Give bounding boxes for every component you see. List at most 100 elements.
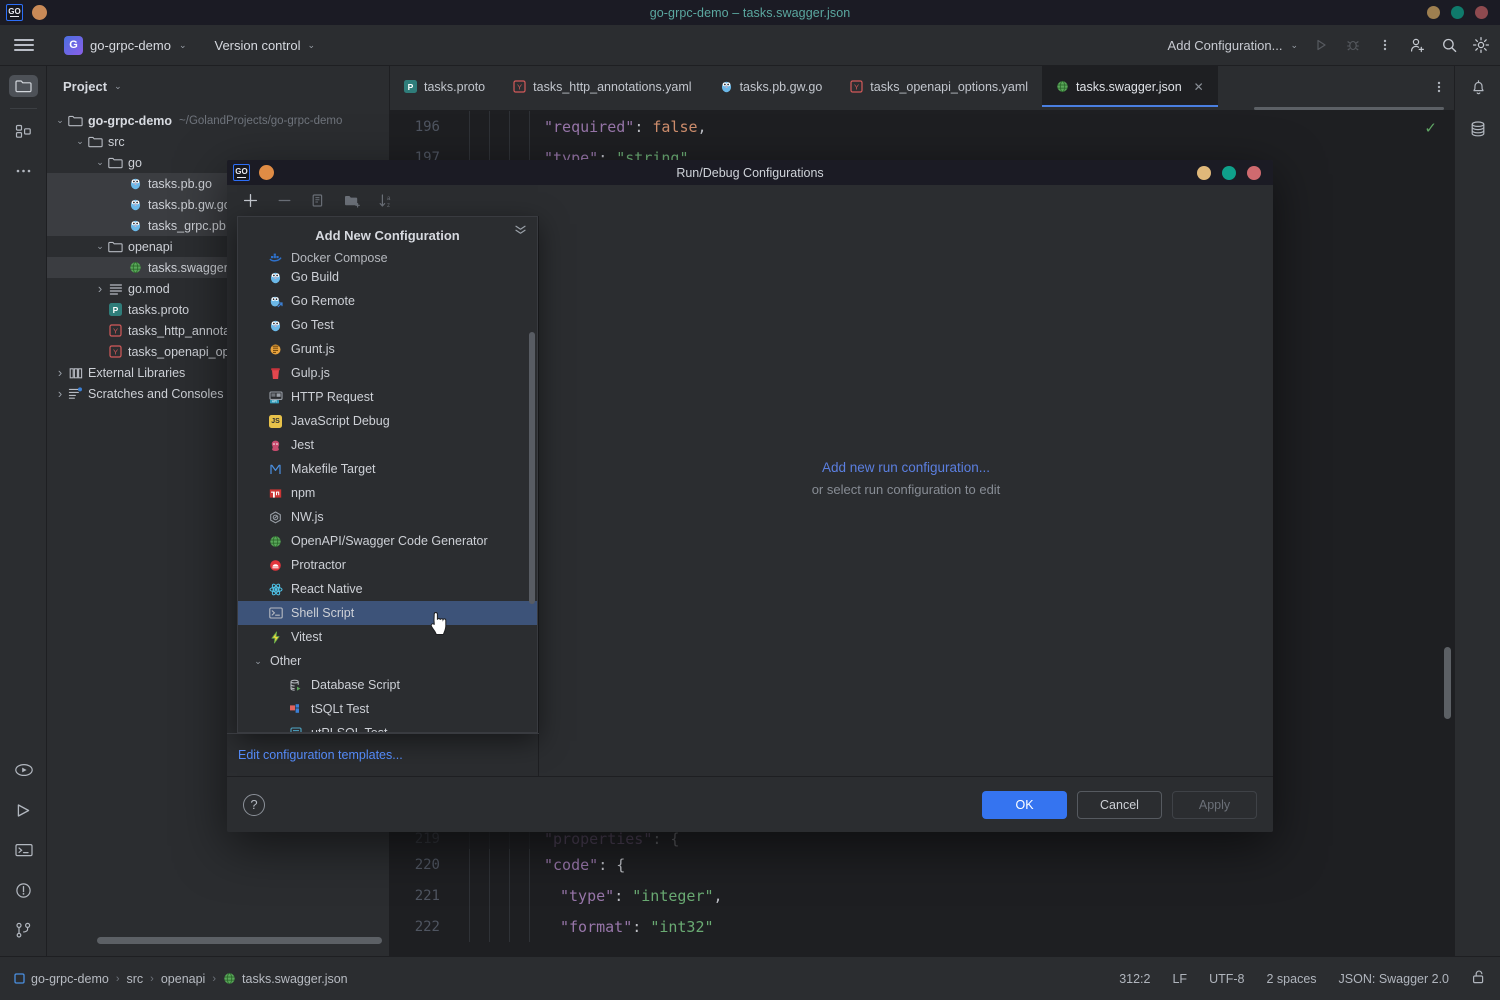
database-icon[interactable] — [1455, 108, 1500, 150]
indent-setting[interactable]: 2 spaces — [1267, 972, 1317, 986]
search-icon[interactable] — [1440, 36, 1458, 54]
editor-top-scroll-track — [390, 107, 1454, 110]
remove-configuration-icon[interactable] — [271, 189, 297, 213]
project-tool-icon[interactable] — [0, 66, 47, 106]
config-type-makefile-target[interactable]: Makefile Target — [238, 457, 537, 481]
account-add-icon[interactable] — [1408, 36, 1426, 54]
collapse-icon[interactable] — [514, 223, 527, 239]
cancel-button[interactable]: Cancel — [1077, 791, 1162, 819]
window-controls[interactable] — [1427, 6, 1488, 19]
close-icon[interactable]: ✕ — [1194, 80, 1204, 94]
edit-configuration-templates-link[interactable]: Edit configuration templates... — [238, 748, 403, 762]
config-type-jest[interactable]: Jest — [238, 433, 537, 457]
more-vertical-icon[interactable] — [1376, 36, 1394, 54]
inspection-status-icon[interactable]: ✓ — [1424, 119, 1437, 137]
chevron-down-icon[interactable]: ⌄ — [114, 81, 122, 92]
config-type-nw-js[interactable]: NW.js — [238, 505, 537, 529]
editor-hscrollbar[interactable] — [1254, 107, 1444, 110]
config-type-go-test[interactable]: Go Test — [238, 313, 537, 337]
main-menu-button[interactable] — [14, 39, 34, 51]
editor-vscrollbar[interactable] — [1444, 647, 1451, 719]
line-separator[interactable]: LF — [1172, 972, 1187, 986]
dialog-window-controls[interactable] — [1197, 166, 1261, 180]
window-titlebar: GO go-grpc-demo – tasks.swagger.json — [0, 0, 1500, 25]
config-type-other[interactable]: ⌄Other — [238, 649, 537, 673]
structure-tool-icon[interactable] — [0, 111, 47, 151]
more-tool-icon[interactable] — [0, 151, 47, 191]
json-schema[interactable]: JSON: Swagger 2.0 — [1339, 972, 1449, 986]
minimize-button[interactable] — [1427, 6, 1440, 19]
chevron-down-icon[interactable]: ⌄ — [53, 115, 67, 126]
chevron-down-icon[interactable]: ⌄ — [93, 241, 107, 252]
sort-alphabetically-icon[interactable]: az — [373, 189, 399, 213]
editor-tab-tasks-proto[interactable]: Ptasks.proto — [390, 66, 499, 107]
config-type-tsqlt-test[interactable]: tSQLt Test — [238, 697, 537, 721]
editor-tab-tasks-swagger-json[interactable]: tasks.swagger.json✕ — [1042, 66, 1218, 107]
go-icon — [268, 270, 283, 285]
caret-position[interactable]: 312:2 — [1119, 972, 1150, 986]
breadcrumb-item-tasks-swagger-json[interactable]: tasks.swagger.json — [223, 972, 348, 986]
editor-tab-tasks-pb-gw-go[interactable]: tasks.pb.gw.go — [706, 66, 837, 107]
add-configuration-icon[interactable] — [237, 189, 263, 213]
file-encoding[interactable]: UTF-8 — [1209, 972, 1244, 986]
chevron-right-icon[interactable]: › — [53, 386, 67, 401]
tree-item-go-grpc-demo[interactable]: ⌄go-grpc-demo~/GolandProjects/go-grpc-de… — [47, 110, 389, 131]
config-type-go-build[interactable]: Go Build — [238, 265, 537, 289]
project-panel-hscrollbar[interactable] — [97, 937, 382, 944]
breadcrumb-item-openapi[interactable]: openapi — [161, 972, 206, 986]
project-widget[interactable]: G go-grpc-demo ⌄ — [58, 33, 192, 58]
config-type-gulp-js[interactable]: Gulp.js — [238, 361, 537, 385]
help-button[interactable]: ? — [243, 794, 265, 816]
configuration-type-list[interactable]: Docker Compose Go Build Go RemoteGo TestGr… — [238, 253, 537, 732]
new-folder-icon[interactable] — [339, 189, 365, 213]
popup-vscrollbar[interactable] — [529, 332, 535, 604]
unlocked-icon[interactable] — [1471, 969, 1486, 988]
config-type-openapi-swagger-code-generator[interactable]: OpenAPI/Swagger Code Generator — [238, 529, 537, 553]
config-type-utplsql-test[interactable]: utPLSQL Test — [238, 721, 537, 732]
run-icon[interactable] — [1312, 36, 1330, 54]
run-coverage-icon[interactable] — [0, 750, 47, 790]
notifications-icon[interactable] — [1455, 66, 1500, 108]
breadcrumb-item-src[interactable]: src — [127, 972, 144, 986]
editor-tab-tasks-http-annotations-yaml[interactable]: Ytasks_http_annotations.yaml — [499, 66, 705, 107]
chevron-down-icon[interactable]: ⌄ — [93, 157, 107, 168]
config-type-javascript-debug[interactable]: JSJavaScript Debug — [238, 409, 537, 433]
config-type-database-script[interactable]: Database Script — [238, 673, 537, 697]
config-type-react-native[interactable]: React Native — [238, 577, 537, 601]
ok-button[interactable]: OK — [982, 791, 1067, 819]
maximize-button[interactable] — [1451, 6, 1464, 19]
version-control-widget[interactable]: Version control ⌄ — [214, 38, 315, 53]
config-type-http-request[interactable]: APIHTTP Request — [238, 385, 537, 409]
copy-configuration-icon[interactable] — [305, 189, 331, 213]
config-type-docker-compose[interactable]: Docker Compose — [238, 253, 537, 265]
dialog-close-button[interactable] — [1247, 166, 1261, 180]
chevron-down-icon[interactable]: ⌄ — [73, 136, 87, 147]
problems-tool-icon[interactable] — [0, 870, 47, 910]
run-tool-icon[interactable] — [0, 790, 47, 830]
debug-icon[interactable] — [1344, 36, 1362, 54]
breadcrumb-item-go-grpc-demo[interactable]: go-grpc-demo — [14, 972, 109, 986]
add-configuration-widget[interactable]: Add Configuration... ⌄ — [1168, 38, 1298, 53]
more-vertical-icon[interactable] — [1430, 78, 1448, 96]
dialog-maximize-button[interactable] — [1222, 166, 1236, 180]
config-type-grunt-js[interactable]: Grunt.js — [238, 337, 537, 361]
add-new-run-configuration-link[interactable]: Add new run configuration... — [812, 460, 1001, 475]
chevron-right-icon[interactable]: › — [53, 365, 67, 380]
editor-tab-tasks-openapi-options-yaml[interactable]: Ytasks_openapi_options.yaml — [836, 66, 1042, 107]
config-type-protractor[interactable]: Protractor — [238, 553, 537, 577]
dialog-minimize-button[interactable] — [1197, 166, 1211, 180]
apply-button[interactable]: Apply — [1172, 791, 1257, 819]
tree-item-label: tasks.proto — [128, 303, 189, 317]
config-type-npm[interactable]: npm — [238, 481, 537, 505]
terminal-tool-icon[interactable] — [0, 830, 47, 870]
version-control-tool-icon[interactable] — [0, 910, 47, 950]
chevron-down-icon[interactable]: ⌄ — [252, 656, 264, 667]
tree-item-src[interactable]: ⌄src — [47, 131, 389, 152]
chevron-right-icon[interactable]: › — [93, 281, 107, 296]
gear-icon[interactable] — [1472, 36, 1490, 54]
close-button[interactable] — [1475, 6, 1488, 19]
config-type-go-remote[interactable]: Go Remote — [238, 289, 537, 313]
config-type-shell-script[interactable]: Shell Script — [238, 601, 537, 625]
config-type-label: Go Build — [291, 270, 339, 284]
config-type-vitest[interactable]: Vitest — [238, 625, 537, 649]
